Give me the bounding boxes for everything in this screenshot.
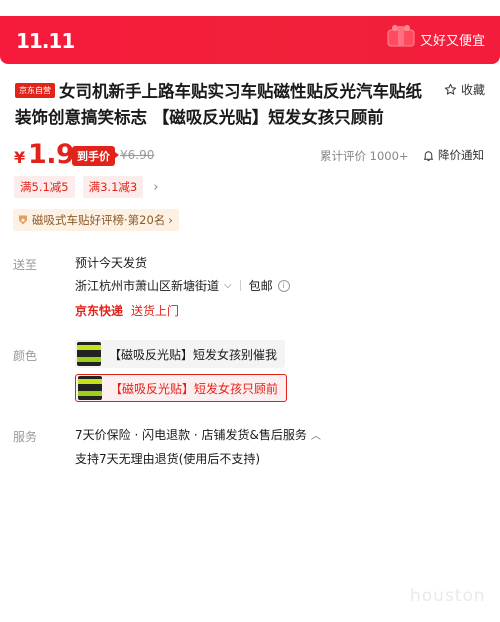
- double-eleven-logo: 11.11: [16, 29, 75, 53]
- promo-banner[interactable]: 11.11 又好又便宜: [0, 16, 500, 64]
- color-label: 颜色: [13, 349, 38, 363]
- service-items-row[interactable]: 7天价保险 · 闪电退款 · 店铺发货&售后服务 ︿: [75, 426, 321, 443]
- shipping-address-row: 浙江杭州市萧山区新塘街道 ⌵ 包邮 i: [75, 277, 290, 294]
- price-row: ¥ 1.9 到手价 ¥6.90 累计评价 1000+ 降价通知: [14, 139, 492, 170]
- review-count[interactable]: 累计评价 1000+: [320, 148, 409, 164]
- original-price: ¥6.90: [120, 148, 155, 162]
- door-delivery-tag: 送货上门: [131, 304, 180, 318]
- promo-slogan: 又好又便宜: [420, 34, 486, 49]
- chevron-down-icon[interactable]: ⌵: [224, 280, 232, 291]
- shipping-label: 送至: [13, 258, 38, 272]
- chevron-up-icon: ︿: [310, 431, 321, 442]
- coupon-tag[interactable]: 满3.1减3: [82, 176, 144, 198]
- variant-thumbnail: [77, 342, 101, 366]
- chevron-right-icon: ›: [168, 213, 173, 227]
- product-title: 女司机新手上路车贴实习车贴磁性贴反光汽车贴纸装饰创意搞笑标志 【磁吸反光贴】短发…: [15, 82, 422, 127]
- color-option-label: 【磁吸反光贴】短发女孩别催我: [109, 347, 278, 362]
- service-label: 服务: [13, 430, 38, 444]
- divider: [239, 280, 241, 291]
- service-items: 7天价保险 · 闪电退款 · 店铺发货&售后服务: [75, 428, 307, 442]
- free-shipping-text: 包邮: [248, 279, 273, 293]
- price-currency: ¥: [14, 148, 26, 167]
- bell-icon: [423, 150, 434, 161]
- final-price-badge: 到手价: [72, 146, 119, 166]
- favorite-button[interactable]: 收藏: [444, 81, 485, 98]
- color-option-label: 【磁吸反光贴】短发女孩只顾前: [110, 381, 279, 396]
- watermark: houston: [410, 586, 486, 606]
- variant-thumbnail: [78, 376, 102, 400]
- shipping-eta: 预计今天发货: [75, 256, 148, 270]
- self-operated-badge: 京东自营: [15, 83, 55, 98]
- chevron-right-icon[interactable]: ›: [153, 180, 158, 195]
- favorite-label: 收藏: [461, 83, 486, 97]
- shipping-address[interactable]: 浙江杭州市萧山区新塘街道: [75, 277, 219, 294]
- gift-ornament-icon: [387, 25, 415, 47]
- price-drop-alert-button[interactable]: 降价通知: [422, 147, 484, 163]
- return-policy: 支持7天无理由退货(使用后不支持): [75, 452, 260, 466]
- color-option[interactable]: 【磁吸反光贴】短发女孩别催我: [75, 340, 285, 368]
- product-title-block: 京东自营 女司机新手上路车贴实习车贴磁性贴反光汽车贴纸装饰创意搞笑标志 【磁吸反光…: [15, 79, 435, 131]
- ranking-text: 磁吸式车贴好评榜·第20名: [32, 213, 166, 227]
- price-drop-alert-label: 降价通知: [438, 148, 484, 162]
- ranking-chip[interactable]: 磁吸式车贴好评榜·第20名 ›: [13, 209, 179, 231]
- color-option-selected[interactable]: 【磁吸反光贴】短发女孩只顾前: [75, 374, 287, 402]
- price-value: 1.9: [28, 139, 75, 170]
- carrier-name: 京东快递: [75, 304, 124, 318]
- coupon-tag[interactable]: 满5.1减5: [14, 176, 75, 198]
- star-icon: [444, 83, 457, 96]
- info-icon[interactable]: i: [277, 279, 290, 292]
- carrier-row: 京东快递 送货上门: [75, 302, 179, 319]
- coupon-list: 满5.1减5 满3.1减3 ›: [14, 176, 158, 198]
- ranking-medal-icon: [19, 215, 27, 225]
